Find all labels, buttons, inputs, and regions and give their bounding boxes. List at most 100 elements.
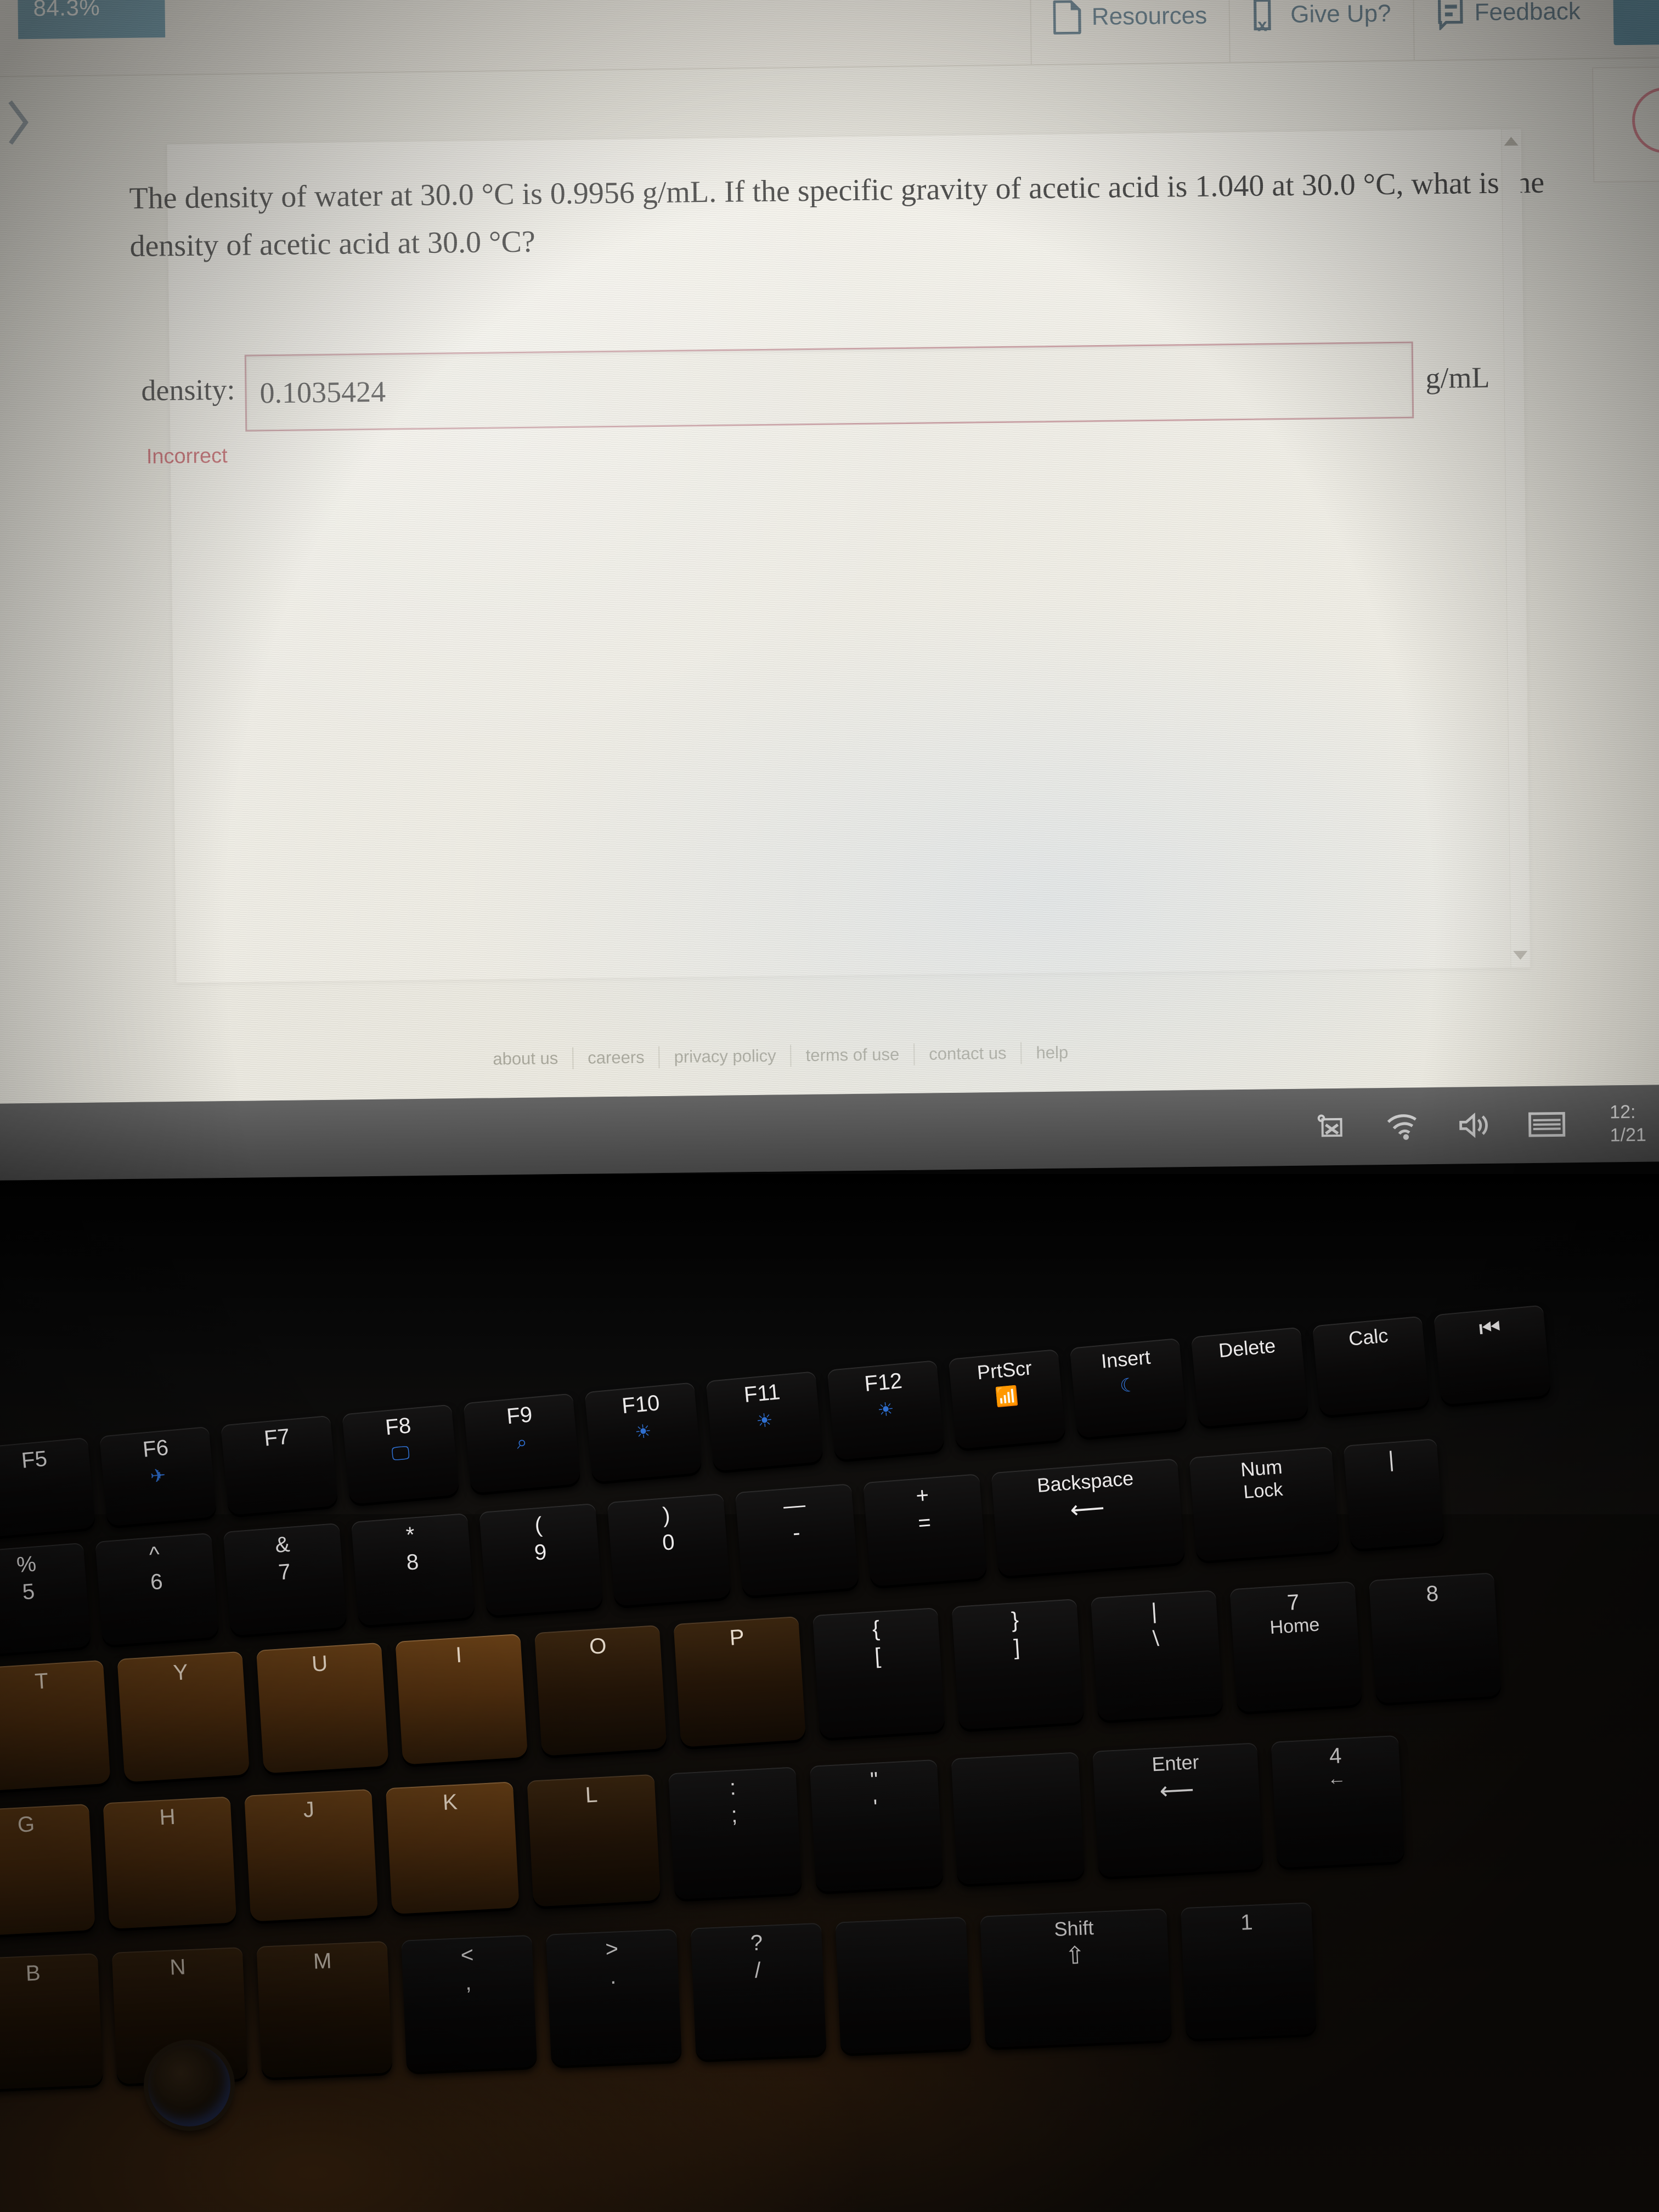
footer-link-careers[interactable]: careers (573, 1047, 659, 1068)
primary-action-button[interactable] (1613, 0, 1659, 45)
key-semicolon[interactable]: : ; (668, 1767, 802, 1900)
next-question-nav[interactable] (0, 80, 52, 168)
key-shift-label: — (782, 1492, 806, 1519)
key-g[interactable]: G (0, 1803, 95, 1937)
key-t[interactable]: T (0, 1660, 111, 1791)
key-y[interactable]: Y (117, 1651, 250, 1782)
key-k[interactable]: K (385, 1781, 520, 1915)
key-blank-home[interactable] (951, 1752, 1085, 1885)
key-label: , (465, 1970, 472, 1995)
key-num-lock[interactable]: Num Lock (1189, 1446, 1340, 1562)
footer-link-contact-us[interactable]: contact us (915, 1043, 1021, 1064)
progress-badge-label: 84.3% (33, 0, 100, 21)
key-blank-bottom[interactable] (835, 1916, 972, 2054)
key-numpad-1[interactable]: 1 (1181, 1902, 1317, 2040)
key-8[interactable]: * 8 (351, 1513, 475, 1626)
key-label: . (609, 1964, 617, 1989)
key-bracket-right[interactable]: } ] (951, 1599, 1085, 1730)
key-shift-label: ^ (148, 1542, 161, 1567)
key-f9[interactable]: F9 ⌕ (463, 1393, 581, 1493)
key-f10[interactable]: F10 ☀ (584, 1382, 702, 1482)
scroll-up-arrow[interactable] (1503, 137, 1519, 146)
footer-link-terms-of-use[interactable]: terms of use (791, 1045, 913, 1066)
moon-icon: ☾ (1119, 1374, 1138, 1397)
keyboard-icon[interactable] (1527, 1110, 1566, 1139)
key-delete[interactable]: Delete (1190, 1327, 1308, 1427)
key-f12[interactable]: F12 ☀ (827, 1360, 945, 1460)
footer-link-help[interactable]: help (1022, 1042, 1082, 1063)
question-scrollbar[interactable] (1501, 129, 1530, 968)
key-i[interactable]: I (395, 1633, 528, 1765)
brightness-icon: ☀ (755, 1409, 774, 1432)
top-toolbar: 84.3% Resources x Give Up? Feedback (0, 0, 1659, 77)
key-f7[interactable]: F7 (221, 1415, 338, 1516)
key-shift-right[interactable]: Shift ⇧ (980, 1908, 1172, 2048)
key-quote[interactable]: " ' (809, 1759, 944, 1892)
key-numpad-7-home[interactable]: 7 Home (1229, 1581, 1363, 1713)
key-h[interactable]: H (103, 1796, 237, 1929)
key-f5[interactable]: F5 (0, 1437, 96, 1538)
key-shift-label: } (1011, 1607, 1020, 1633)
key-label: I (455, 1643, 463, 1668)
feedback-button[interactable]: Feedback (1412, 0, 1603, 61)
key-shift-label: % (15, 1551, 37, 1578)
enter-arrow-icon: ⟵ (1159, 1776, 1195, 1805)
key-label: B (25, 1961, 41, 1986)
taskbar-clock[interactable]: 12: 1/21 (1610, 1100, 1646, 1147)
key-l[interactable]: L (527, 1774, 661, 1907)
key-b[interactable]: B (0, 1953, 103, 2090)
key-insert[interactable]: Insert ☾ (1069, 1338, 1187, 1438)
key-f6[interactable]: F6 ✈ (99, 1426, 217, 1527)
key-f11[interactable]: F11 ☀ (706, 1371, 823, 1471)
footer-link-about-us[interactable]: about us (478, 1048, 572, 1069)
key-p[interactable]: P (673, 1616, 806, 1747)
key-numpad-4-left[interactable]: 4 ← (1271, 1735, 1405, 1868)
location-off-icon[interactable] (1316, 1111, 1347, 1143)
wifi-icon[interactable] (1385, 1110, 1419, 1142)
key-label: - (792, 1520, 802, 1545)
answer-input[interactable]: 0.1035424 (244, 341, 1414, 432)
footer-link-privacy-policy[interactable]: privacy policy (659, 1046, 790, 1067)
key-pipe[interactable]: | (1343, 1438, 1444, 1550)
give-up-label: Give Up? (1290, 0, 1391, 28)
search-icon: ⌕ (516, 1431, 528, 1453)
scroll-down-arrow[interactable] (1513, 951, 1527, 960)
key-equals[interactable]: + = (863, 1474, 988, 1587)
key-calc[interactable]: Calc (1312, 1316, 1430, 1416)
key-shift-label: | (1387, 1447, 1395, 1472)
key-bracket-left[interactable]: { [ (812, 1607, 945, 1739)
key-prev-track[interactable]: ⏮ (1434, 1305, 1551, 1405)
key-label: F11 (743, 1380, 781, 1407)
key-j[interactable]: J (244, 1788, 379, 1922)
give-up-button[interactable]: x Give Up? (1228, 0, 1414, 64)
key-9[interactable]: ( 9 (479, 1503, 603, 1616)
key-prtscr[interactable]: PrtScr 📶 (948, 1348, 1066, 1449)
key-period[interactable]: > . (546, 1928, 682, 2066)
key-6[interactable]: ^ 6 (95, 1532, 219, 1646)
key-5[interactable]: % 5 (0, 1542, 91, 1656)
key-o[interactable]: O (534, 1624, 667, 1756)
trackpoint-nub[interactable] (148, 2044, 230, 2126)
key-enter[interactable]: Enter ⟵ (1092, 1742, 1263, 1877)
key-shift-label: + (915, 1483, 930, 1508)
question-card: The density of water at 30.0 °C is 0.995… (129, 128, 1544, 984)
key-7[interactable]: & 7 (223, 1522, 347, 1636)
key-slash[interactable]: ? / (690, 1922, 827, 2060)
volume-icon[interactable] (1457, 1110, 1489, 1141)
key-label: Calc (1347, 1324, 1389, 1350)
key-label: \ (1152, 1626, 1160, 1651)
key-m[interactable]: M (256, 1940, 393, 2078)
key-minus[interactable]: — - (735, 1483, 859, 1596)
resources-button[interactable]: Resources (1029, 0, 1230, 66)
key-label: Y (172, 1660, 189, 1685)
key-u[interactable]: U (256, 1642, 389, 1774)
key-numpad-8[interactable]: 8 (1368, 1572, 1502, 1704)
key-0[interactable]: ) 0 (607, 1493, 731, 1606)
key-label: 8 (405, 1549, 420, 1575)
key-backspace[interactable]: Backspace ⟵ (991, 1458, 1186, 1577)
key-shift-label: ? (750, 1931, 764, 1956)
key-label: Num (1239, 1455, 1283, 1481)
key-backslash[interactable]: | \ (1090, 1590, 1223, 1721)
key-f8[interactable]: F8 🖵 (342, 1404, 460, 1504)
key-comma[interactable]: < , (401, 1934, 538, 2072)
